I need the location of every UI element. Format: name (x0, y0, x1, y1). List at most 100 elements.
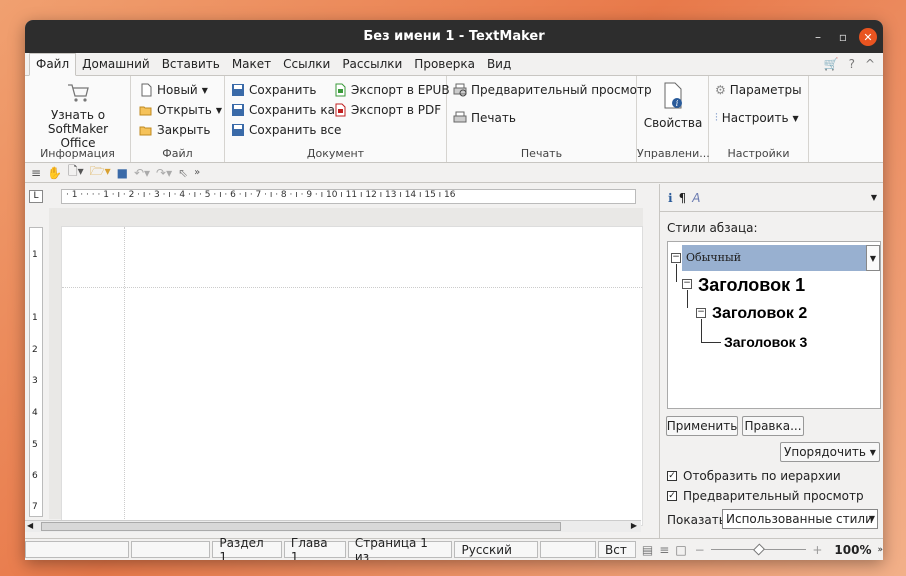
status-language[interactable]: Русский (454, 541, 539, 558)
zoom-out-icon[interactable]: − (695, 543, 705, 557)
horizontal-scrollbar[interactable]: ◀ ▶ (25, 520, 641, 532)
learn-about-button[interactable]: Узнать о SoftMaker Office (29, 82, 127, 150)
zoom-thumb[interactable] (752, 542, 765, 556)
scroll-right-icon[interactable]: ▶ (631, 521, 637, 530)
tab-stop-selector[interactable]: L (29, 190, 43, 203)
status-section[interactable]: Раздел 1 (212, 536, 282, 560)
cart-icon[interactable]: 🛒 (824, 57, 839, 71)
export-pdf-button[interactable]: Экспорт в PDF (333, 100, 450, 120)
properties-button[interactable]: i Свойства (639, 82, 707, 130)
tab-review[interactable]: Проверка (408, 54, 481, 75)
tree-collapse-icon[interactable]: − (696, 308, 706, 318)
customize-button[interactable]: ⫶ Настроить ▼ (715, 108, 802, 128)
undo-icon[interactable]: ↶▾ (134, 166, 150, 180)
document-page[interactable] (61, 226, 643, 526)
group-info: Узнать о SoftMaker Office Информация (25, 76, 131, 162)
character-style-icon[interactable]: A (692, 191, 700, 205)
tab-home[interactable]: Домашний (76, 54, 156, 75)
tab-layout[interactable]: Макет (226, 54, 277, 75)
ruler-marks: · 1 · · · · 1 · ı · 2 · ı · 3 · ı · 4 · … (66, 190, 456, 200)
save-as-button[interactable]: Сохранить как (231, 100, 342, 120)
ribbon-tabs: Файл Домашний Вставить Макет Ссылки Расс… (25, 53, 883, 76)
vruler-mark: 7 (32, 502, 38, 512)
print-preview-button[interactable]: Предварительный просмотр (453, 80, 652, 100)
tab-mailings[interactable]: Рассылки (336, 54, 408, 75)
status-chapter[interactable]: Глава 1 (283, 536, 346, 560)
style-item-normal[interactable]: Обычный (682, 245, 866, 271)
zoom-in-icon[interactable]: + (812, 543, 822, 557)
minimize-icon[interactable]: – (809, 28, 827, 46)
tab-references[interactable]: Ссылки (277, 54, 336, 75)
edit-button[interactable]: Правка... (742, 416, 804, 436)
new-label: Новый (157, 83, 198, 97)
customize-dropdown-icon: ▼ (792, 113, 799, 123)
close-icon[interactable]: ✕ (859, 28, 877, 46)
open-dropdown-icon: ▼ (215, 105, 222, 115)
style-item-heading2[interactable]: Заголовок 2 (712, 305, 807, 323)
info-icon[interactable]: ℹ (668, 191, 673, 205)
hscroll-thumb[interactable] (41, 522, 561, 531)
new-button[interactable]: Новый ▼ (139, 80, 222, 100)
tab-view[interactable]: Вид (481, 54, 517, 75)
paragraph-style-icon[interactable]: ¶ (679, 191, 687, 205)
vruler-mark: 1 (32, 313, 38, 323)
export-epub-button[interactable]: Экспорт в EPUB (333, 80, 450, 100)
status-insert-mode[interactable]: Вст (598, 541, 636, 558)
maximize-icon[interactable]: ▫ (834, 28, 852, 46)
parameters-button[interactable]: ⚙ Параметры (715, 80, 802, 100)
style-item-heading1[interactable]: Заголовок 1 (698, 275, 805, 296)
document-area[interactable]: ▲ ▼ ⇞ ● ⇟ (49, 208, 677, 543)
preview-checkbox[interactable]: ✓ Предварительный просмотр (667, 489, 864, 503)
horizontal-ruler[interactable]: · 1 · · · · 1 · ı · 2 · ı · 3 · ı · 4 · … (61, 189, 636, 204)
tab-file[interactable]: Файл (29, 53, 77, 76)
menu-icon[interactable]: ≡ (31, 166, 41, 180)
hierarchy-checkbox[interactable]: ✓ Отобразить по иерархии (667, 469, 841, 483)
tab-insert[interactable]: Вставить (156, 54, 226, 75)
tree-collapse-icon[interactable]: − (671, 253, 681, 263)
hand-icon[interactable]: ✋ (47, 166, 62, 180)
quick-toolbar: ≡ ✋ 🗋▾ 🗁▾ ■ ↶▾ ↷▾ ⇖ » (25, 163, 883, 183)
show-label: Показать: (667, 513, 730, 527)
print-button[interactable]: Печать (453, 108, 652, 128)
view-outline-icon[interactable]: ≡ (659, 543, 669, 557)
apply-button[interactable]: Применить (666, 416, 738, 436)
zoom-slider[interactable] (710, 542, 807, 556)
status-page[interactable]: Страница 1 из (347, 536, 453, 560)
group-info-label: Информация (40, 147, 115, 160)
save-all-label: Сохранить все (249, 123, 342, 137)
more-icon[interactable]: » (194, 167, 200, 178)
panel-menu-icon[interactable]: ▼ (871, 193, 877, 202)
style-dropdown-icon[interactable]: ▼ (866, 245, 880, 271)
checkbox-checked-icon: ✓ (667, 491, 677, 501)
group-print: Предварительный просмотр Печать Печать (447, 76, 652, 162)
vertical-ruler[interactable]: 1 1 2 3 4 5 6 7 (29, 227, 43, 517)
help-icon[interactable]: ? (849, 57, 855, 71)
show-filter-select[interactable]: Использованные стили ▼ (722, 509, 878, 529)
scroll-left-icon[interactable]: ◀ (27, 521, 33, 530)
tree-collapse-icon[interactable]: − (682, 279, 692, 289)
sort-button[interactable]: Упорядочить ▼ (780, 442, 880, 462)
style-item-heading3[interactable]: Заголовок 3 (724, 334, 807, 350)
zoom-level[interactable]: 100% (834, 543, 871, 557)
close-doc-button[interactable]: Закрыть (139, 120, 222, 140)
parameters-label: Параметры (729, 83, 802, 97)
view-page-icon[interactable]: □ (675, 543, 686, 557)
vruler-mark: 6 (32, 471, 38, 481)
open-icon[interactable]: 🗁▾ (90, 162, 111, 183)
new-doc-icon[interactable]: 🗋▾ (68, 162, 84, 183)
group-document: Сохранить Сохранить как Сохранить все Эк… (225, 76, 450, 162)
collapse-ribbon-icon[interactable]: ^ (865, 57, 875, 71)
view-normal-icon[interactable]: ▤ (642, 543, 653, 557)
save-small-icon[interactable]: ■ (117, 166, 128, 180)
gear-icon: ⚙ (715, 83, 726, 97)
margin-guide (62, 287, 642, 288)
save-button[interactable]: Сохранить (231, 80, 342, 100)
pointer-icon[interactable]: ⇖ (178, 166, 188, 180)
window-title: Без имени 1 - TextMaker (363, 29, 545, 44)
properties-icon: i (664, 82, 682, 109)
styles-list[interactable]: − Обычный ▼ − Заголовок 1 − Заголовок 2 … (667, 241, 881, 409)
redo-icon[interactable]: ↷▾ (156, 166, 172, 180)
open-button[interactable]: Открыть ▼ (139, 100, 222, 120)
status-more-icon[interactable]: » (877, 545, 883, 555)
save-all-button[interactable]: Сохранить все (231, 120, 342, 140)
